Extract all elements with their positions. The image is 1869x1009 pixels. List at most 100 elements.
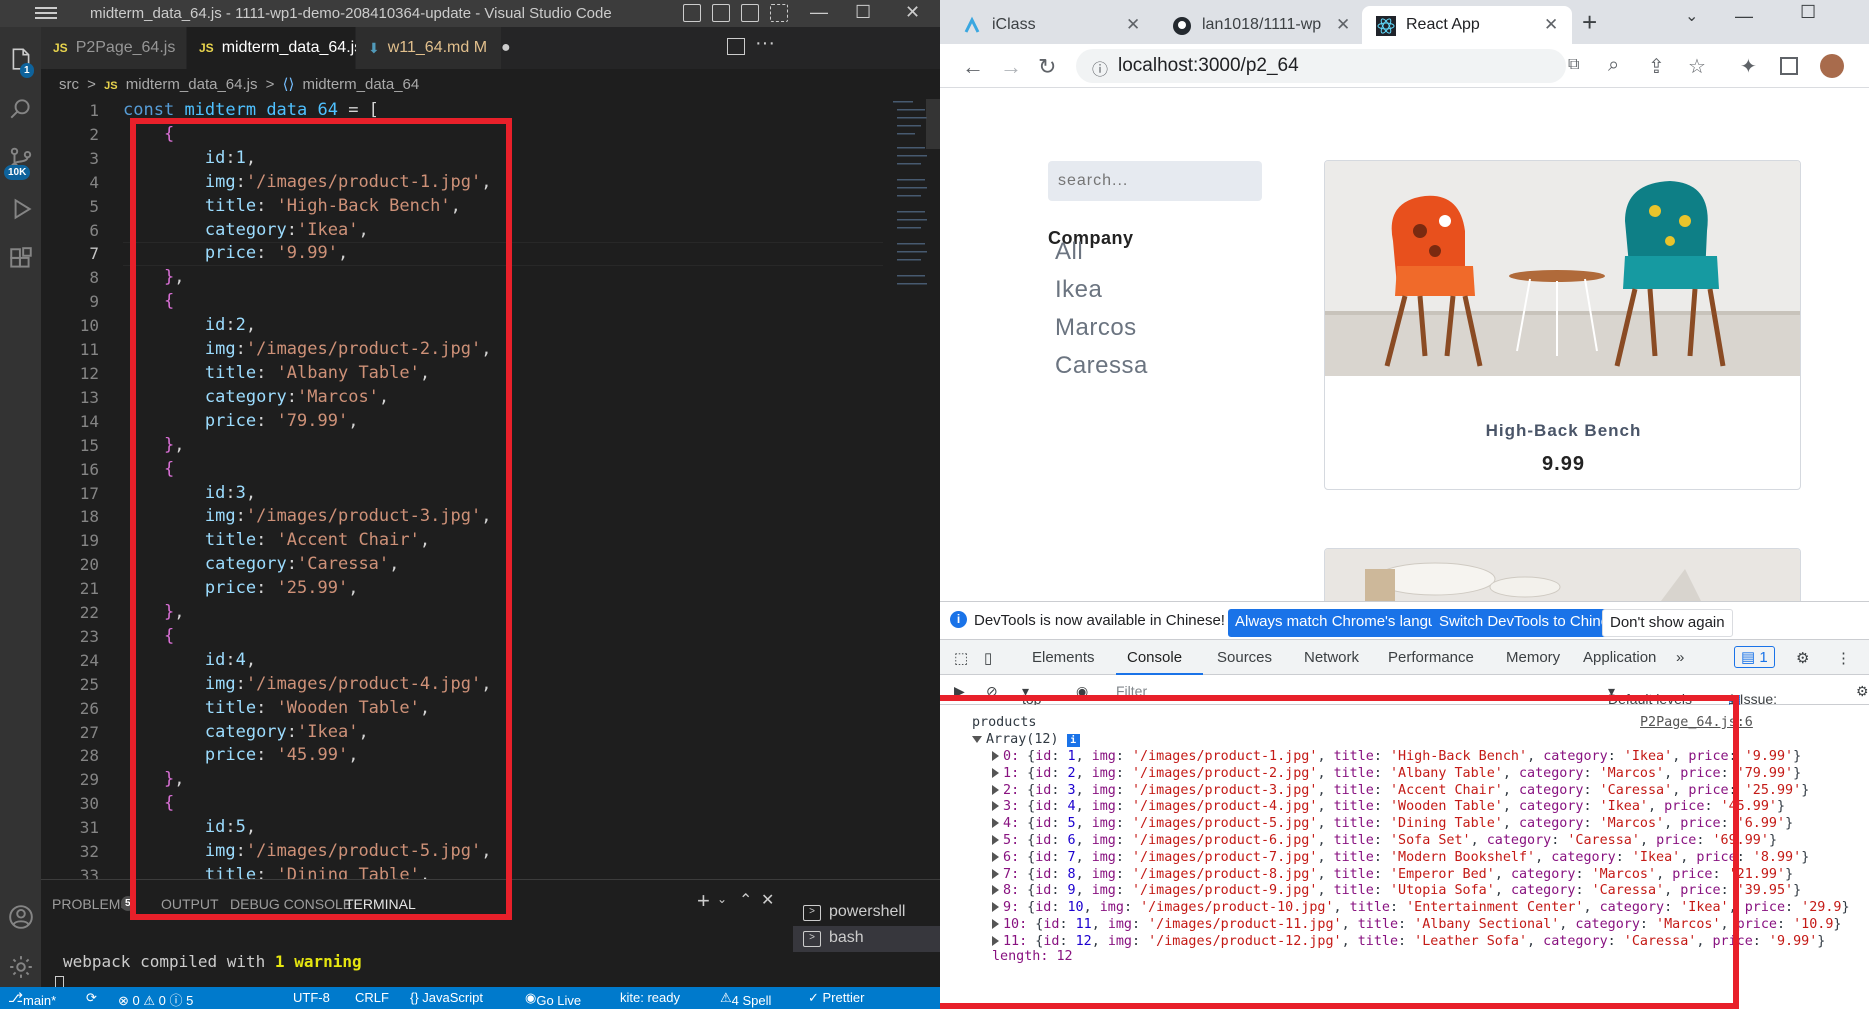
close-tab-icon[interactable]: ✕ — [1544, 15, 1558, 35]
tab-search-icon[interactable]: ⌄ — [1685, 6, 1698, 26]
expand-triangle-icon[interactable] — [992, 835, 999, 845]
devtools-tab-performance[interactable]: Performance — [1388, 649, 1474, 666]
expand-triangle-icon[interactable] — [992, 868, 999, 879]
toggle-panel-icon[interactable] — [712, 4, 730, 22]
expand-triangle-icon[interactable] — [992, 935, 999, 946]
devtools-tab-sources[interactable]: Sources — [1217, 649, 1272, 666]
search-input[interactable] — [1048, 161, 1262, 201]
dont-show-again-button[interactable]: Don't show again — [1602, 609, 1733, 637]
more-actions-icon[interactable]: ··· — [755, 32, 775, 55]
close-tab-icon[interactable]: ✕ — [1126, 15, 1140, 35]
close-tab-icon[interactable]: ✕ — [1336, 15, 1350, 35]
breadcrumb-folder[interactable]: src — [59, 76, 79, 93]
more-tabs-icon[interactable]: » — [1676, 649, 1684, 666]
extensions-icon[interactable] — [0, 239, 41, 279]
breadcrumb-file[interactable]: midterm_data_64.js — [126, 76, 258, 93]
status-sync-icon[interactable]: ⟳ — [86, 990, 97, 1006]
code-content[interactable]: const midterm_data_64 = [ { id:1, img:'/… — [123, 99, 492, 888]
minimize-icon[interactable]: — — [810, 2, 828, 23]
terminal-bash[interactable]: > bash — [793, 926, 940, 952]
expand-triangle-icon[interactable] — [992, 767, 999, 778]
status-kite[interactable]: kite: ready — [620, 990, 680, 1005]
terminal-output[interactable]: webpack compiled with 1 warning — [63, 952, 362, 971]
settings-gear-icon[interactable] — [0, 947, 41, 987]
expand-triangle-icon[interactable] — [992, 902, 999, 913]
forward-icon[interactable]: → — [1000, 54, 1022, 80]
source-control-icon[interactable]: 10K — [0, 139, 41, 180]
inspect-element-icon[interactable]: ⬚ — [954, 649, 968, 667]
panel-tab-output[interactable]: OUTPUT — [161, 896, 219, 912]
expand-triangle-icon[interactable] — [992, 751, 999, 761]
issues-counter[interactable]: ▤ 1 — [1734, 646, 1775, 668]
status-prettier[interactable]: ✓ Prettier — [808, 990, 864, 1006]
category-caressa[interactable]: Caressa — [1055, 352, 1148, 380]
extensions-puzzle-icon[interactable]: ✦ — [1740, 54, 1757, 79]
search-icon[interactable] — [0, 89, 41, 129]
context-selector[interactable]: top ▾ — [1022, 683, 1041, 707]
maximize-icon[interactable]: ☐ — [855, 2, 871, 23]
new-terminal-icon[interactable]: + — [697, 888, 710, 914]
panel-tab-debug-console[interactable]: DEBUG CONSOLE — [230, 896, 352, 912]
tab-p2page[interactable]: JS P2Page_64.js — [41, 27, 186, 69]
site-info-icon[interactable]: ⓘ — [1092, 56, 1108, 80]
devtools-settings-gear-icon[interactable]: ⚙ — [1796, 649, 1809, 667]
expand-triangle-icon[interactable] — [992, 818, 999, 829]
run-debug-icon[interactable] — [0, 189, 41, 229]
devtools-tab-application[interactable]: Application — [1583, 649, 1656, 666]
split-editor-icon[interactable] — [727, 38, 745, 55]
device-toolbar-icon[interactable]: ▯ — [984, 649, 992, 667]
category-marcos[interactable]: Marcos — [1055, 314, 1137, 342]
expand-triangle-icon[interactable] — [992, 784, 999, 795]
browser-tab-github[interactable]: lan1018/1111-wp ✕ — [1158, 6, 1358, 44]
avatar[interactable] — [1820, 54, 1844, 78]
console-output[interactable]: products P2Page_64.js:6 Array(12) i 0: {… — [940, 705, 1869, 1009]
console-filter-input[interactable]: Filter — [1116, 683, 1147, 699]
expand-triangle-icon[interactable] — [992, 885, 999, 896]
chevron-down-icon[interactable]: ⌄ — [717, 892, 727, 906]
status-branch[interactable]: ⎇ main* — [8, 990, 56, 1008]
back-icon[interactable]: ← — [962, 54, 984, 80]
customize-layout-icon[interactable] — [770, 4, 788, 22]
category-all[interactable]: All — [1055, 238, 1083, 266]
status-spell[interactable]: ⚠ 4 Spell — [720, 990, 771, 1008]
status-language[interactable]: {} JavaScript — [410, 990, 483, 1005]
devtools-tab-network[interactable]: Network — [1304, 649, 1359, 666]
account-icon[interactable] — [0, 897, 41, 937]
reload-icon[interactable]: ↻ — [1038, 54, 1056, 80]
share-icon[interactable]: ⇪ — [1648, 54, 1665, 79]
status-go-live[interactable]: ◉ Go Live — [525, 990, 581, 1008]
panel-tab-terminal[interactable]: TERMINAL — [345, 896, 416, 916]
category-ikea[interactable]: Ikea — [1055, 276, 1102, 304]
tab-midterm-data[interactable]: JS midterm_data_64.js ✕ — [187, 27, 388, 69]
console-settings-gear-icon[interactable]: ⚙ — [1856, 683, 1869, 700]
terminal-powershell[interactable]: > powershell — [793, 900, 940, 926]
side-panel-icon[interactable] — [1780, 57, 1798, 75]
new-tab-icon[interactable]: + — [1582, 7, 1597, 38]
status-encoding[interactable]: UTF-8 — [293, 990, 330, 1005]
devtools-tab-memory[interactable]: Memory — [1506, 649, 1560, 666]
product-card[interactable] — [1324, 548, 1801, 608]
log-levels-dropdown[interactable]: Default levels ▾ — [1608, 683, 1692, 707]
editor-scrollbar[interactable] — [926, 99, 940, 879]
devtools-tab-console[interactable]: Console — [1127, 649, 1182, 666]
expand-triangle-icon[interactable] — [992, 801, 999, 812]
translate-icon[interactable]: ⧉ — [1568, 56, 1579, 74]
bookmark-star-icon[interactable]: ☆ — [1688, 54, 1706, 79]
sidebar-toggle-icon[interactable]: ▶ — [954, 683, 965, 700]
panel-tab-problems[interactable]: PROBLEMS — [52, 896, 130, 912]
devtools-menu-icon[interactable]: ⋮ — [1836, 649, 1851, 667]
explorer-icon[interactable]: 1 — [0, 39, 41, 79]
live-expression-eye-icon[interactable]: ◉ — [1076, 683, 1088, 700]
clear-console-icon[interactable]: ⊘ — [986, 683, 998, 700]
browser-tab-react-app[interactable]: React App ✕ — [1362, 6, 1572, 44]
address-bar[interactable]: ⓘ localhost:3000/p2_64 — [1076, 49, 1566, 83]
product-card[interactable]: High-Back Bench 9.99 — [1324, 160, 1801, 490]
zoom-icon[interactable]: ⌕ — [1608, 54, 1619, 77]
maximize-icon[interactable]: ☐ — [1800, 2, 1816, 23]
expand-triangle-icon[interactable] — [992, 851, 999, 862]
toggle-secondary-sidebar-icon[interactable] — [741, 4, 759, 22]
close-icon[interactable]: ✕ — [905, 2, 920, 23]
hamburger-menu-icon[interactable] — [35, 4, 57, 22]
code-editor[interactable]: 1 2 3 4 5 6 7 8 9 10 11 12 13 14 15 16 17 18 19 20 21 22 23 24 2… — [41, 99, 940, 885]
status-problems[interactable]: ⊗ 0 ⚠ 0 ⓘ 5 — [118, 990, 193, 1009]
